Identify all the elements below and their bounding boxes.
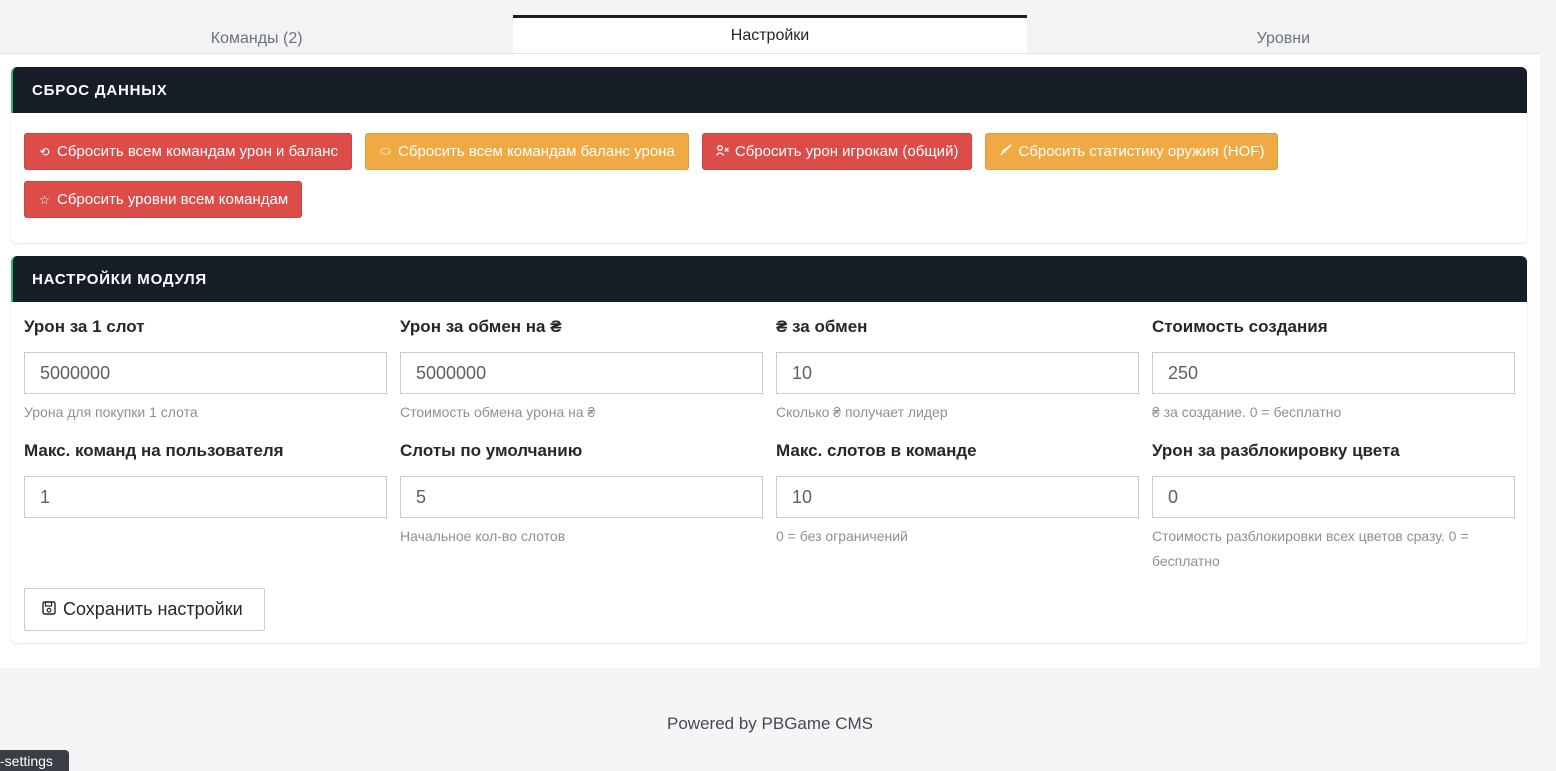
status-tooltip: -settings: [0, 750, 69, 771]
max-slots-per-team-input[interactable]: [776, 476, 1139, 518]
field-help: ₴ за создание. 0 = бесплатно: [1152, 404, 1342, 420]
button-label: Сбросить всем командам урон и баланс: [57, 143, 339, 160]
field-label: Слоты по умолчанию: [400, 441, 583, 460]
coins-icon: ⬭: [380, 144, 391, 158]
reset-player-damage-button[interactable]: Сбросить урон игрокам (общий): [701, 133, 973, 170]
floppy-disk-icon: [42, 599, 56, 620]
field-max-slots-per-team: Макс. слотов в команде 0 = без ограничен…: [776, 441, 1139, 549]
field-help: Начальное кол-во слотов: [400, 528, 566, 544]
field-help: Стоимость обмена урона на ₴: [400, 404, 596, 420]
star-icon: ☆: [39, 192, 50, 207]
currency-per-exchange-input[interactable]: [776, 352, 1139, 394]
field-label: Макс. слотов в команде: [776, 441, 977, 460]
settings-panel-title: НАСТРОЙКИ МОДУЛЯ: [11, 256, 1527, 302]
module-settings-panel: НАСТРОЙКИ МОДУЛЯ Урон за 1 слот Урона дл…: [11, 256, 1527, 643]
field-label: Урон за 1 слот: [24, 317, 145, 336]
reset-buttons-row: ⟲ Сбросить всем командам урон и баланс ⬭…: [24, 133, 1279, 170]
reset-levels-button[interactable]: ☆ Сбросить уровни всем командам: [24, 181, 303, 218]
field-default-slots: Слоты по умолчанию Начальное кол-во слот…: [400, 441, 763, 549]
field-max-teams-per-user: Макс. команд на пользователя: [24, 441, 387, 518]
button-label: Сбросить статистику оружия (HOF): [1018, 143, 1265, 160]
field-creation-cost: Стоимость создания ₴ за создание. 0 = бе…: [1152, 317, 1515, 425]
field-help: Сколько ₴ получает лидер: [776, 404, 948, 420]
creation-cost-input[interactable]: [1152, 352, 1515, 394]
color-unlock-damage-input[interactable]: [1152, 476, 1515, 518]
reset-buttons-row-2: ☆ Сбросить уровни всем командам: [24, 181, 303, 218]
reset-damage-balance-only-button[interactable]: ⬭ Сбросить всем командам баланс урона: [365, 133, 689, 170]
field-color-unlock-damage: Урон за разблокировку цвета Стоимость ра…: [1152, 441, 1515, 574]
field-currency-per-exchange: ₴ за обмен Сколько ₴ получает лидер: [776, 317, 1139, 425]
tab-teams[interactable]: Команды (2): [0, 15, 514, 53]
max-teams-per-user-input[interactable]: [24, 476, 387, 518]
user-x-icon: [715, 144, 729, 159]
button-label: Сбросить уровни всем командам: [57, 191, 289, 208]
tab-bar: Команды (2) Настройки Уровни: [0, 15, 1540, 54]
reset-panel-title: СБРОС ДАННЫХ: [11, 67, 1527, 113]
save-button-label: Сохранить настройки: [63, 599, 243, 619]
field-damage-per-exchange: Урон за обмен на ₴ Стоимость обмена урон…: [400, 317, 763, 425]
field-label: Макс. команд на пользователя: [24, 441, 284, 460]
reset-data-panel: СБРОС ДАННЫХ ⟲ Сбросить всем командам ур…: [11, 67, 1527, 243]
field-label: Урон за разблокировку цвета: [1152, 441, 1400, 460]
field-label: Урон за обмен на ₴: [400, 317, 562, 336]
tab-levels[interactable]: Уровни: [1026, 15, 1540, 53]
save-settings-button[interactable]: Сохранить настройки: [24, 588, 265, 631]
footer-powered-by: Powered by PBGame CMS: [667, 714, 873, 733]
field-help: Урона для покупки 1 слота: [24, 404, 198, 420]
field-label: ₴ за обмен: [776, 317, 868, 336]
field-label: Стоимость создания: [1152, 317, 1328, 336]
button-label: Сбросить всем командам баланс урона: [398, 143, 675, 160]
reset-damage-balance-button[interactable]: ⟲ Сбросить всем командам урон и баланс: [24, 133, 353, 170]
damage-per-exchange-input[interactable]: [400, 352, 763, 394]
damage-per-slot-input[interactable]: [24, 352, 387, 394]
field-help: 0 = без ограничений: [776, 528, 908, 544]
field-damage-per-slot: Урон за 1 слот Урона для покупки 1 слота: [24, 317, 387, 425]
knife-icon: [999, 144, 1012, 159]
button-label: Сбросить урон игрокам (общий): [734, 143, 959, 160]
reset-weapon-stats-button[interactable]: Сбросить статистику оружия (HOF): [985, 133, 1279, 170]
field-help: Стоимость разблокировки всех цветов сраз…: [1152, 528, 1469, 569]
reset-icon: ⟲: [39, 144, 50, 159]
tab-content: СБРОС ДАННЫХ ⟲ Сбросить всем командам ур…: [0, 54, 1540, 668]
tab-settings[interactable]: Настройки: [513, 15, 1027, 53]
default-slots-input[interactable]: [400, 476, 763, 518]
